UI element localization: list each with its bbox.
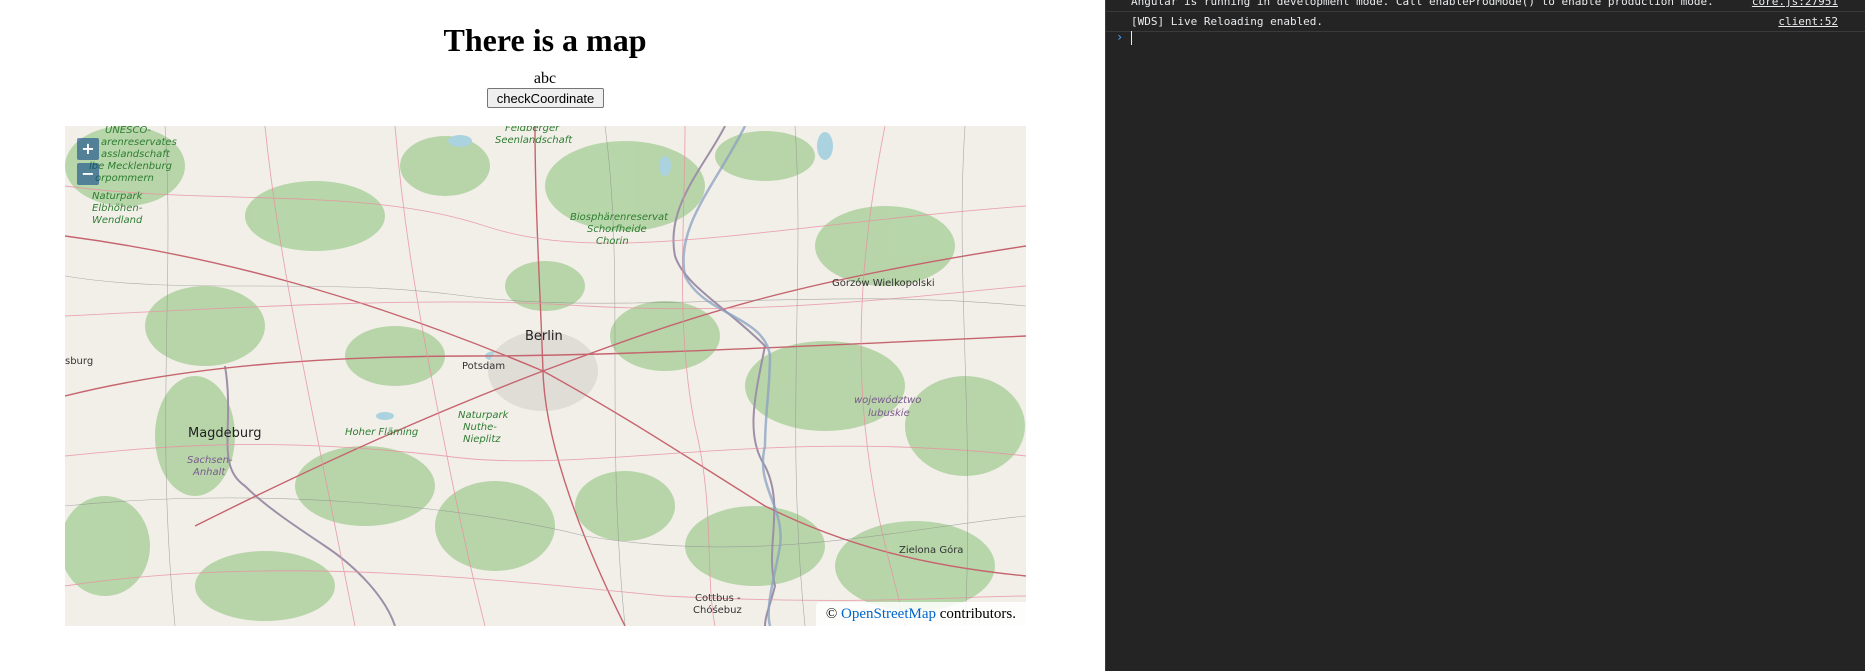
copyright-symbol: © <box>825 606 838 622</box>
map-label-nuthe: Naturpark <box>458 410 510 421</box>
map-label-unesco: orpommern <box>95 173 154 184</box>
map-label-zielona-gora: Zielona Góra <box>899 544 963 556</box>
console-prompt-icon: › <box>1116 30 1124 44</box>
devtools-console: Angular is running in development mode. … <box>1105 0 1865 671</box>
map-label-nuthe: Nieplitz <box>463 434 501 445</box>
openstreetmap-link[interactable]: OpenStreetMap <box>841 606 936 622</box>
map-label-unesco: UNESCO- <box>105 126 151 136</box>
map-label-lubuskie: lubuskie <box>868 408 910 419</box>
map-label-feldberger: Feldberger <box>505 126 560 134</box>
zoom-out-button[interactable]: − <box>77 163 99 185</box>
map-label-schorfheide: Chorin <box>596 236 629 247</box>
map-label-cottbus: Cottbus - <box>695 593 741 604</box>
map-label-elbhoehen: Elbhöhen- <box>92 203 143 214</box>
map-label-elbhoehen: Naturpark <box>92 191 144 202</box>
map-label-sburg: sburg <box>65 356 93 367</box>
map-label-unesco: lbe Mecklenburg <box>89 161 172 172</box>
page-title: There is a map <box>443 22 647 58</box>
console-log-row: [WDS] Live Reloading enabled. client:52 <box>1106 12 1865 32</box>
map-label-sachsen-anhalt: Sachsen- <box>187 455 233 466</box>
attribution-suffix: contributors. <box>939 606 1016 622</box>
map-attribution: © OpenStreetMap contributors. <box>815 602 1026 626</box>
console-log-message: Angular is running in development mode. … <box>1131 0 1714 8</box>
console-log-row: Angular is running in development mode. … <box>1106 0 1865 12</box>
zoom-in-button[interactable]: + <box>77 138 99 160</box>
map-label-schorfheide: Schorfheide <box>587 224 647 235</box>
console-log-source-link[interactable]: core.js:27951 <box>1752 0 1838 8</box>
map-label-magdeburg: Magdeburg <box>188 426 262 441</box>
map-label-sachsen-anhalt: Anhalt <box>192 467 226 478</box>
subtext: abc <box>533 70 557 87</box>
map-label-unesco: asslandschaft <box>101 149 171 160</box>
map-label-cottbus: Chóśebuz <box>693 604 742 616</box>
map-viewport[interactable]: UNESCO- arenreservates asslandschaft lbe… <box>65 126 1026 626</box>
map-label-unesco: arenreservates <box>101 137 177 148</box>
console-log-message: [WDS] Live Reloading enabled. <box>1131 15 1324 28</box>
map-label-berlin: Berlin <box>525 329 563 344</box>
map-label-lubuskie: województwo <box>854 394 921 406</box>
map-label-potsdam: Potsdam <box>462 361 505 372</box>
web-page: There is a map abc checkCoordinate UNESC… <box>0 0 1105 671</box>
map-label-hoher-flaeming: Hoher Fläming <box>345 427 418 438</box>
console-input-caret[interactable] <box>1131 31 1132 45</box>
map-tiles: UNESCO- arenreservates asslandschaft lbe… <box>65 126 1026 626</box>
map-label-nuthe: Nuthe- <box>463 422 497 433</box>
map-label-schorfheide: Biosphärenreservat <box>570 212 669 223</box>
map-label-elbhoehen: Wendland <box>92 215 143 226</box>
map-label-gorzow: Gorzów Wielkopolski <box>832 277 935 289</box>
map-label-feldberger: Seenlandschaft <box>495 135 573 146</box>
console-log-source-link[interactable]: client:52 <box>1778 15 1838 28</box>
check-coordinate-button[interactable]: checkCoordinate <box>487 88 604 108</box>
